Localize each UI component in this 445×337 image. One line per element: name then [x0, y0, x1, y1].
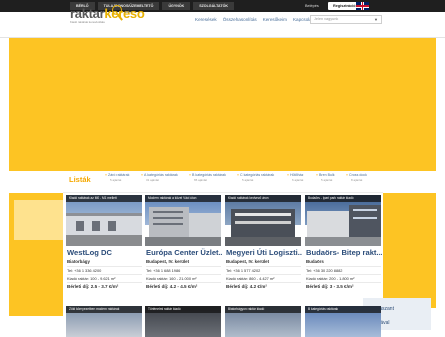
magnifier-logo-icon [112, 5, 122, 15]
nav-keresesek[interactable]: Keresések [195, 17, 217, 22]
property-phone: Tel: +36 1 688 1986 [146, 266, 221, 273]
property-card[interactable]: Kiadó raktárak kedvező áron Megyeri Úti … [225, 195, 302, 298]
property-name[interactable]: WestLog DC [67, 248, 143, 257]
property-photo [145, 195, 221, 246]
logo-tagline: Kiadó raktárak keresőoldala [70, 20, 105, 24]
list-category-cross-dock[interactable]: Cross dock 8 ajánlat [346, 173, 367, 182]
property-location: Budaörs [306, 259, 324, 264]
property-card[interactable]: Kiadó raktárak az M0 - M1 mellett WestLo… [66, 195, 142, 298]
property-tag: Biatorbágyon raktár kiadó [225, 306, 301, 313]
list-category-hutohaz[interactable]: Hűtőház 6 ajánlat [287, 173, 303, 182]
property-phone: Tel: +36 1 577 4202 [226, 266, 301, 273]
property-phone: Tel: +36 30 220 8882 [306, 266, 381, 273]
hero-banner [9, 38, 436, 171]
left-ad-inner [14, 200, 63, 240]
right-ad-panel [383, 193, 436, 308]
property-tag: Zöld környezetben modern raktárak [66, 306, 142, 313]
property-location: Budapest, IV. kerület [226, 259, 270, 264]
site-logo[interactable]: raktarkereso [70, 6, 145, 21]
nav-keresokeim[interactable]: Keresőkeim [263, 17, 287, 22]
property-price: Bérleti díj: 4.2 - 4.5 €/m² [146, 282, 221, 289]
property-price: Bérleti díj: 4.2 €/m² [226, 282, 301, 289]
lists-section: Listák Záró raktárak 5 ajánlat A kategór… [63, 171, 383, 193]
main-nav: Keresések Összehasonlítás Keresőkeim Kap… [195, 17, 313, 22]
property-area: Kiadó raktár: 200 - 1.800 m² [306, 274, 381, 281]
lists-title: Listák [69, 175, 91, 184]
property-location: Budapest, IV. kerület [146, 259, 190, 264]
role-tab-szolgaltatok[interactable]: SZOLGÁLTATÓK [193, 2, 234, 10]
property-card-preview[interactable]: Zöld környezetben modern raktárak [66, 306, 142, 337]
property-tag: Kiadó raktárak kedvező áron [225, 195, 301, 202]
property-tag: Történelmi raktár kiadó [145, 306, 221, 313]
property-price: Bérleti díj: 2.5 - 3.7 €/m² [67, 282, 142, 289]
location-select[interactable]: Jelen vagyunk ▼ [310, 15, 382, 24]
list-category-bren-bulk[interactable]: Bren Bulk 5 ajánlat [316, 173, 335, 182]
uk-flag-icon[interactable] [356, 2, 369, 10]
nav-osszehasonlitas[interactable]: Összehasonlítás [223, 17, 257, 22]
property-location: Biatorbágy [67, 259, 90, 264]
property-name[interactable]: Budaörs- Bitep rakt... [306, 248, 382, 257]
property-tag: B kategóriás raktárak [305, 306, 381, 313]
property-photo [66, 195, 142, 246]
property-tag: Kiadó raktárak az M0 - M1 mellett [66, 195, 142, 202]
property-name[interactable]: Európa Center Üzlet... [146, 248, 222, 257]
logo-suffix: .info [124, 9, 132, 14]
list-category-c[interactable]: C kategóriás raktárak 5 ajánlat [237, 173, 274, 182]
property-name[interactable]: Megyeri Úti Logiszti... [226, 248, 302, 257]
property-photo [225, 195, 301, 246]
role-tab-ugynok[interactable]: ÜGYNÖK [162, 2, 191, 10]
location-select-value: Jelen vagyunk [314, 17, 339, 21]
property-tag: Budaörs - Ipari park raktár kiadó [305, 195, 381, 202]
property-phone: Tel: +36 1 336 4200 [67, 266, 142, 273]
list-category-zaro[interactable]: Záró raktárak 5 ajánlat [105, 173, 129, 182]
login-link[interactable]: Belépés [305, 2, 319, 10]
property-area: Kiadó raktár: 860 - 4.427 m² [226, 274, 301, 281]
property-card[interactable]: Budaörs - Ipari park raktár kiadó Budaör… [305, 195, 382, 298]
property-area: Kiadó raktár: 160 - 21.000 m² [146, 274, 221, 281]
property-card[interactable]: Modern raktárak a közel Váci úton Európa… [145, 195, 222, 298]
property-tag: Modern raktárak a közel Váci úton [145, 195, 221, 202]
property-card-preview[interactable]: Történelmi raktár kiadó [145, 306, 221, 337]
property-photo [305, 195, 381, 246]
property-card-preview[interactable]: Biatorbágyon raktár kiadó [225, 306, 301, 337]
property-area: Kiadó raktár: 100 - 9.621 m² [67, 274, 142, 281]
chevron-down-icon: ▼ [374, 17, 378, 22]
list-category-a[interactable]: A kategóriás raktárak 31 ajánlat [141, 173, 178, 182]
list-category-b[interactable]: B kategóriás raktárak 65 ajánlat [189, 173, 226, 182]
property-card-preview[interactable]: B kategóriás raktárak [305, 306, 381, 337]
property-price: Bérleti díj: 3 - 3.5 €/m² [306, 282, 381, 289]
